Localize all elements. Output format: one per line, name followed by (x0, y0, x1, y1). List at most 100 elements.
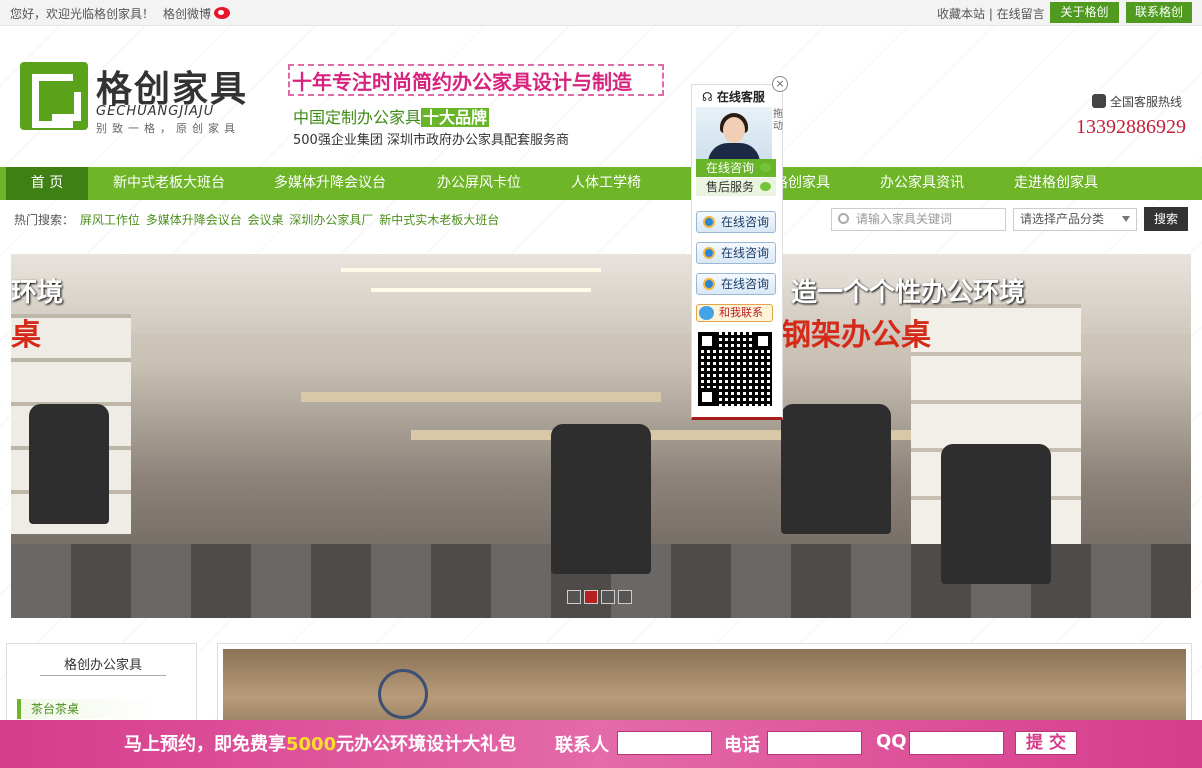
nav-screen-workstation[interactable]: 办公屏风卡位 (424, 167, 534, 200)
customer-service-panel: ☊ 在线客服 × 拖动 在线咨询 售后服务 在线咨询 在线咨询 在线咨询 和我联… (691, 76, 788, 420)
hot-search-label: 热门搜索： (14, 213, 75, 227)
category-select-value: 请选择产品分类 (1020, 212, 1105, 226)
banner-headline: 造一个个性办公环境 (791, 278, 1026, 308)
brand-rank-highlight: 十大品牌 (421, 108, 490, 127)
online-consult-label: 在线咨询 (706, 161, 755, 175)
hot-word[interactable]: 多媒体升降会议台 (146, 213, 242, 227)
slide-dot-active[interactable] (584, 590, 598, 604)
agent-avatar (696, 107, 772, 161)
headset-icon: ☊ (702, 90, 713, 104)
after-sales-button[interactable]: 售后服务 (696, 178, 776, 196)
banner-subheadline: 钢架办公桌 (781, 318, 931, 353)
hotline-label-text: 全国客服热线 (1110, 95, 1183, 109)
hotline-number: 13392886929 (1076, 116, 1186, 138)
qr-corner (754, 332, 772, 350)
qq-consult-button[interactable]: 在线咨询 (696, 211, 776, 233)
chair (941, 444, 1051, 584)
top-bar: 您好，欢迎光临格创家具！ 格创微博 收藏本站 | 在线留言 关于格创 联系格创 (0, 0, 1202, 26)
hot-word[interactable]: 屏风工作位 (80, 213, 140, 227)
ceiling-light (341, 268, 601, 272)
weibo-label: 格创微博 (163, 7, 212, 21)
nav-news[interactable]: 办公家具资讯 (866, 167, 978, 200)
brand-rank-prefix: 中国定制办公家具 (293, 108, 422, 127)
search-icon (838, 213, 849, 224)
contact-name-input[interactable] (617, 731, 712, 755)
slide-dot[interactable] (618, 590, 632, 604)
banner-headline-left: 环境 (11, 278, 64, 308)
brand-slogan: 别致一格，原创家具 (96, 122, 240, 135)
chair (781, 404, 891, 534)
qr-corner (698, 388, 716, 406)
promo-amount: 5000 (286, 734, 337, 755)
online-consult-button[interactable]: 在线咨询 (696, 159, 776, 177)
promo-prefix: 马上预约，即免费享 (124, 734, 286, 755)
nav-boss-desk[interactable]: 新中式老板大班台 (98, 167, 240, 200)
ceiling-light (371, 288, 591, 292)
drag-handle[interactable]: 拖动 (773, 109, 785, 133)
hotline-label: 全国客服热线 (1092, 93, 1182, 110)
hot-word[interactable]: 新中式实木老板大班台 (379, 213, 499, 227)
nav-about[interactable]: 走进格创家具 (1000, 167, 1112, 200)
desk-row (301, 392, 661, 402)
avatar-face (723, 117, 745, 143)
search-button[interactable]: 搜索 (1144, 207, 1188, 231)
logo-icon[interactable] (20, 62, 88, 130)
promo-bar: 马上预约，即免费享5000元办公环境设计大礼包 联系人 电话 QQ 提 交 (0, 720, 1202, 768)
category-item[interactable]: 茶台茶桌 (17, 699, 162, 719)
weibo-link[interactable]: 格创微博 (163, 5, 231, 22)
qq-icon (703, 278, 715, 290)
hero-banner[interactable]: 环境 桌 造一个个性办公环境 钢架办公桌 (11, 254, 1191, 618)
category-title: 格创办公家具 (40, 654, 166, 676)
chair (29, 404, 109, 524)
qq-consult-label: 在线咨询 (721, 277, 770, 291)
chevron-down-icon (1122, 216, 1130, 222)
submit-button[interactable]: 提 交 (1015, 731, 1077, 755)
qq-input[interactable] (909, 731, 1004, 755)
contact-button[interactable]: 联系格创 (1126, 2, 1192, 23)
brand-credentials: 500强企业集团 深圳市政府办公家具配套服务商 (293, 133, 569, 148)
chair (551, 424, 651, 574)
qq-icon (703, 216, 715, 228)
qq-consult-button[interactable]: 在线咨询 (696, 273, 776, 295)
qq-consult-label: 在线咨询 (721, 215, 770, 229)
service-title-text: 在线客服 (716, 90, 765, 104)
weibo-icon (214, 7, 231, 19)
phone-label: 电话 (724, 735, 760, 756)
wall-logo-icon (378, 669, 428, 719)
brand-rank-line: 中国定制办公家具 十大品牌 (293, 104, 490, 128)
banner-subheadline-left: 桌 (11, 318, 41, 353)
phone-input[interactable] (767, 731, 862, 755)
hot-search: 热门搜索： 屏风工作位 多媒体升降会议台 会议桌 深圳办公家具厂 新中式实木老板… (14, 211, 499, 228)
welcome-text: 您好，欢迎光临格创家具！ (10, 7, 155, 21)
category-select[interactable]: 请选择产品分类 (1013, 208, 1137, 231)
search-input[interactable]: 请输入家具关键词 (831, 208, 1006, 231)
brand-english: GECHUANGJIAJU (96, 104, 215, 119)
nav-home[interactable]: 首 页 (6, 167, 88, 200)
nav-conference-table[interactable]: 多媒体升降会议台 (262, 167, 398, 200)
slide-dot[interactable] (567, 590, 581, 604)
qq-consult-label: 在线咨询 (721, 246, 770, 260)
hot-word[interactable]: 会议桌 (248, 213, 284, 227)
promo-suffix: 元办公环境设计大礼包 (336, 734, 517, 755)
qr-code (698, 332, 772, 406)
qq-consult-button[interactable]: 在线咨询 (696, 242, 776, 264)
bookmark-message-links[interactable]: 收藏本站 | 在线留言 (937, 5, 1045, 22)
promo-text: 马上预约，即免费享5000元办公环境设计大礼包 (124, 730, 516, 756)
contact-name-label: 联系人 (555, 735, 609, 756)
slide-dot[interactable] (601, 590, 615, 604)
after-sales-label: 售后服务 (706, 180, 755, 194)
tagline: 十年专注时尚简约办公家具设计与制造 (292, 70, 632, 94)
hot-word[interactable]: 深圳办公家具厂 (289, 213, 373, 227)
close-icon[interactable]: × (772, 76, 788, 92)
about-button[interactable]: 关于格创 (1050, 2, 1119, 23)
qq-label: QQ (876, 731, 907, 752)
main-nav: 首 页 新中式老板大班台 多媒体升降会议台 办公屏风卡位 人体工学椅 格创家具 … (0, 167, 1202, 200)
qq-icon (703, 247, 715, 259)
contact-me-button[interactable]: 和我联系 (696, 304, 773, 322)
service-title: ☊ 在线客服 (702, 88, 765, 105)
nav-ergonomic-chair[interactable]: 人体工学椅 (560, 167, 652, 200)
slide-indicators (567, 590, 635, 607)
qr-corner (698, 332, 716, 350)
chat-icon (699, 306, 714, 320)
contact-me-label: 和我联系 (719, 306, 763, 319)
